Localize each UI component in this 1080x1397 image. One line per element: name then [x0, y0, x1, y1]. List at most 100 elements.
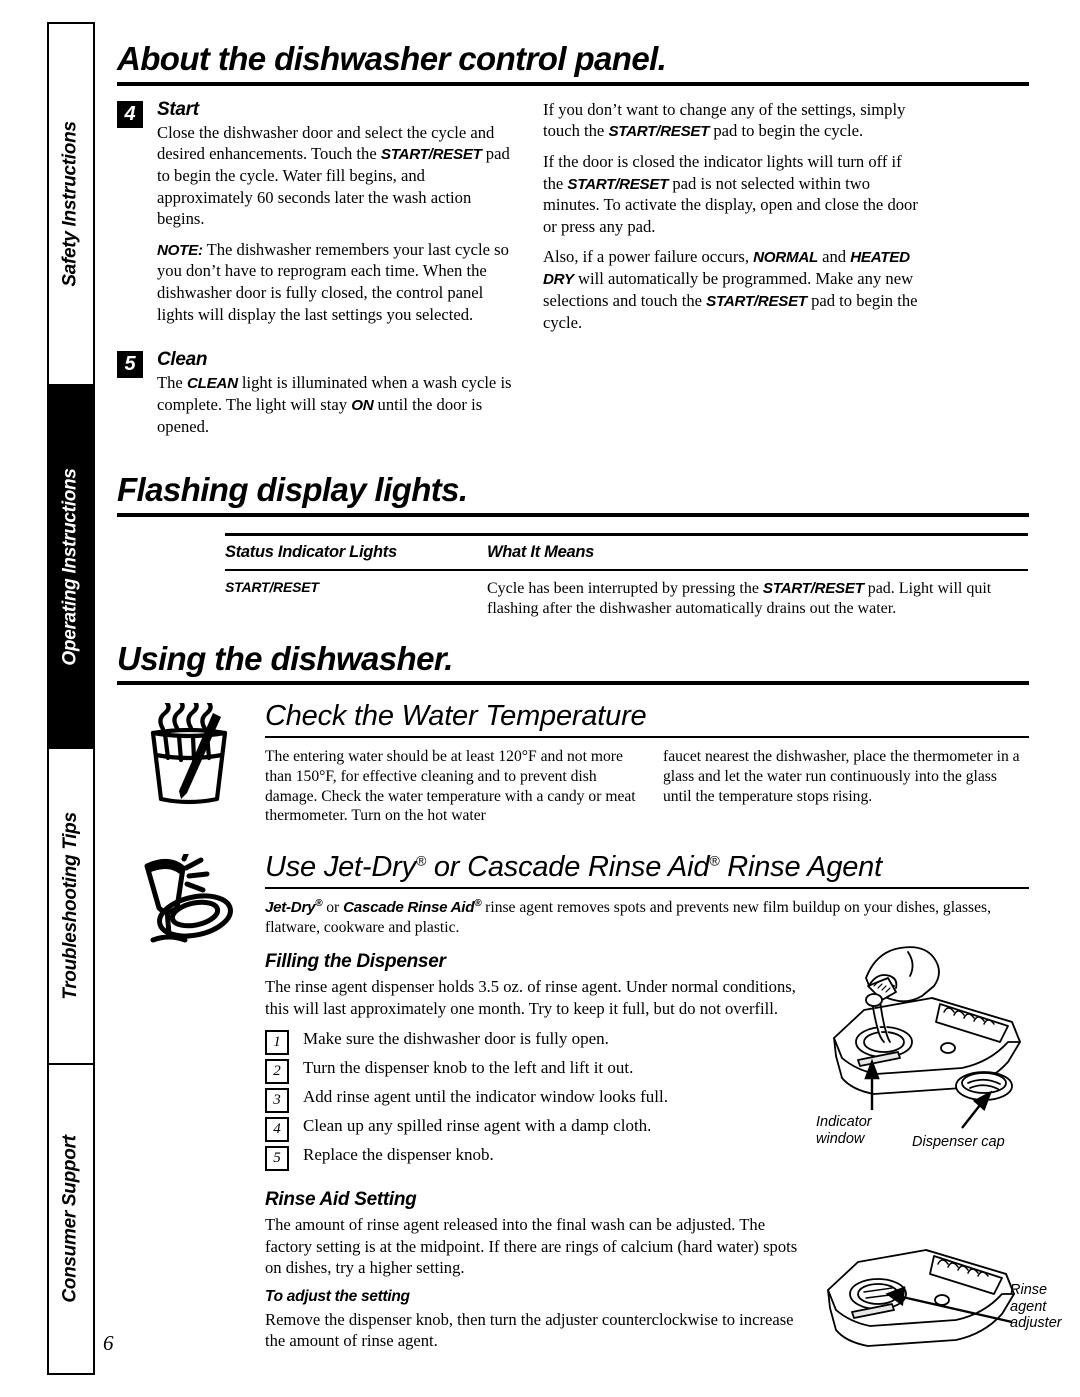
- heading-to-adjust-setting: To adjust the setting: [265, 1287, 410, 1305]
- step-number-badge: 4: [117, 100, 143, 128]
- sidebar-item-troubleshooting-tips[interactable]: Troubleshooting Tips: [49, 747, 93, 1063]
- page-number: 6: [103, 1331, 114, 1355]
- to-adjust-setting-body: Remove the dispenser knob, then turn the…: [265, 1309, 810, 1352]
- step-number-box: 4: [265, 1117, 289, 1143]
- paragraph-power-failure: Also, if a power failure occurs, NORMAL …: [543, 246, 926, 333]
- filling-dispenser-steps: 1 Make sure the dishwasher door is fully…: [265, 1028, 810, 1172]
- subsection-water-temperature: Check the Water Temperature The entering…: [117, 700, 1029, 834]
- table-header-meaning: What It Means: [487, 542, 595, 561]
- text-run: The: [157, 373, 187, 393]
- paragraph: Remove the dispenser knob, then turn the…: [265, 1309, 794, 1351]
- start-reset-emphasis: START/RESET: [380, 146, 482, 164]
- water-temperature-body: The entering water should be at least 12…: [265, 738, 1029, 834]
- paragraph: The entering water should be at least 12…: [265, 748, 636, 825]
- sidebar-item-label: Consumer Support: [60, 1135, 82, 1303]
- step-heading: Clean: [157, 349, 208, 371]
- sidebar-item-label: Troubleshooting Tips: [60, 812, 81, 1000]
- rinse-aid-setting-block: Rinse Aid Setting The amount of rinse ag…: [265, 1189, 810, 1352]
- start-reset-emphasis: START/RESET: [567, 175, 669, 193]
- figure-label-dispenser-cap: Dispenser cap: [912, 1134, 1005, 1150]
- step-number-box: 3: [265, 1088, 289, 1114]
- right-column-body: If you don’t want to change any of the s…: [543, 99, 926, 334]
- registered-trademark-icon: ®: [709, 852, 720, 869]
- list-item-text: Turn the dispenser knob to the left and …: [303, 1058, 634, 1078]
- list-item: 2 Turn the dispenser knob to the left an…: [265, 1057, 810, 1085]
- text-run: The dishwasher remembers your last cycle…: [157, 239, 509, 324]
- text-run: pad to begin the cycle.: [709, 121, 864, 141]
- section-title-flashing-lights: Flashing display lights.: [117, 471, 468, 509]
- control-panel-left-column: 4 Start Close the dishwasher door and se…: [117, 99, 517, 452]
- on-emphasis: ON: [351, 396, 374, 414]
- step-number-box: 2: [265, 1059, 289, 1085]
- heading-rinse-aid-setting: Rinse Aid Setting: [265, 1188, 417, 1210]
- paragraph-indicator-lights: If the door is closed the indicator ligh…: [543, 151, 926, 237]
- normal-emphasis: NORMAL: [753, 249, 818, 267]
- text-run: Cycle has been interrupted by pressing t…: [487, 579, 763, 597]
- paragraph-settings: If you don’t want to change any of the s…: [543, 99, 926, 142]
- subsection-heading-rinse-agent: Use Jet-Dry® or Cascade Rinse Aid® Rinse…: [265, 850, 1029, 884]
- step-number-box: 5: [265, 1146, 289, 1172]
- water-temp-right-column: faucet nearest the dishwasher, place the…: [663, 747, 1029, 834]
- steaming-glass-thermometer-icon: [139, 700, 247, 813]
- divider: [117, 81, 1029, 86]
- control-panel-columns: 4 Start Close the dishwasher door and se…: [117, 99, 1029, 452]
- step-body: Close the dishwasher door and select the…: [157, 122, 517, 325]
- rinse-aid-setting-body: The amount of rinse agent released into …: [265, 1214, 810, 1279]
- filling-dispenser-intro: The rinse agent dispenser holds 3.5 oz. …: [265, 976, 810, 1019]
- text-run: Also, if a power failure occurs,: [543, 247, 754, 267]
- divider: [117, 512, 1029, 517]
- status-indicator-table: Status Indicator Lights What It Means ST…: [225, 532, 1028, 630]
- list-item-text: Clean up any spilled rinse agent with a …: [303, 1116, 652, 1136]
- sidebar-item-operating-instructions[interactable]: Operating Instructions: [49, 384, 93, 747]
- text-run: or Cascade Rinse Aid: [426, 850, 710, 883]
- start-reset-emphasis: START/RESET: [706, 292, 807, 310]
- list-item: 4 Clean up any spilled rinse agent with …: [265, 1115, 810, 1143]
- step-clean: 5 Clean The CLEAN light is illuminated w…: [117, 349, 517, 437]
- sidebar-item-safety-instructions[interactable]: Safety Instructions: [49, 24, 93, 384]
- step-start: 4 Start Close the dishwasher door and se…: [117, 99, 517, 325]
- divider: [117, 681, 1029, 686]
- subsection-heading-water-temperature: Check the Water Temperature: [265, 700, 647, 733]
- table-cell-meaning: Cycle has been interrupted by pressing t…: [487, 571, 1028, 630]
- figure-rinse-agent-adjuster: Rinse agent adjuster: [812, 1238, 1062, 1378]
- step-paragraph: Close the dishwasher door and select the…: [157, 122, 517, 230]
- clean-emphasis: CLEAN: [186, 375, 238, 393]
- step-number-badge: 5: [117, 351, 143, 379]
- table-header-row: Status Indicator Lights What It Means: [225, 536, 1028, 569]
- sidebar-item-label: Safety Instructions: [60, 121, 81, 287]
- page-content: About the dishwasher control panel. 4 St…: [117, 0, 1029, 1361]
- list-item: 5 Replace the dispenser knob.: [265, 1144, 810, 1172]
- paragraph: faucet nearest the dishwasher, place the…: [663, 748, 1020, 805]
- sidebar-item-consumer-support[interactable]: Consumer Support: [49, 1063, 93, 1373]
- step-note: NOTE: The dishwasher remembers your last…: [157, 239, 517, 325]
- start-reset-emphasis: START/RESET: [762, 579, 864, 597]
- list-item-text: Make sure the dishwasher door is fully o…: [303, 1029, 609, 1049]
- sparkling-glass-plate-icon: [139, 849, 247, 964]
- text-run: Use Jet-Dry: [265, 850, 416, 883]
- section-title-control-panel: About the dishwasher control panel.: [117, 40, 667, 77]
- cascade-emphasis: Cascade Rinse Aid: [343, 898, 475, 916]
- list-item-text: Add rinse agent until the indicator wind…: [303, 1087, 668, 1107]
- registered-trademark-icon: ®: [415, 852, 426, 869]
- step-heading: Start: [157, 98, 199, 120]
- sidebar-tab-strip: Safety Instructions Operating Instructio…: [47, 22, 95, 1375]
- heading-filling-dispenser: Filling the Dispenser: [265, 951, 446, 973]
- list-item: 1 Make sure the dishwasher door is fully…: [265, 1028, 810, 1056]
- start-reset-emphasis: START/RESET: [608, 123, 710, 141]
- figure-label-rinse-agent-adjuster: Rinse agent adjuster: [1010, 1282, 1062, 1332]
- note-label: NOTE:: [157, 241, 203, 259]
- paragraph: Jet-Dry® or Cascade Rinse Aid® rinse age…: [265, 898, 1028, 937]
- water-temp-left-column: The entering water should be at least 12…: [265, 747, 637, 834]
- paragraph: The rinse agent dispenser holds 3.5 oz. …: [265, 977, 796, 1018]
- text-run: Rinse Agent: [719, 850, 882, 883]
- figure-label-indicator-window: Indicator window: [816, 1114, 872, 1147]
- list-item-text: Replace the dispenser knob.: [303, 1145, 494, 1165]
- text-run: and: [817, 247, 851, 267]
- list-item: 3 Add rinse agent until the indicator wi…: [265, 1086, 810, 1114]
- table-row: START/RESET Cycle has been interrupted b…: [225, 571, 1028, 630]
- section-title-using-dishwasher: Using the dishwasher.: [117, 639, 453, 677]
- table-cell-indicator: START/RESET: [225, 578, 319, 595]
- step-number-box: 1: [265, 1030, 289, 1056]
- figure-dispenser-filling: Indicator window Dispenser cap: [812, 938, 1050, 1150]
- step-body: The CLEAN light is illuminated when a wa…: [157, 372, 517, 437]
